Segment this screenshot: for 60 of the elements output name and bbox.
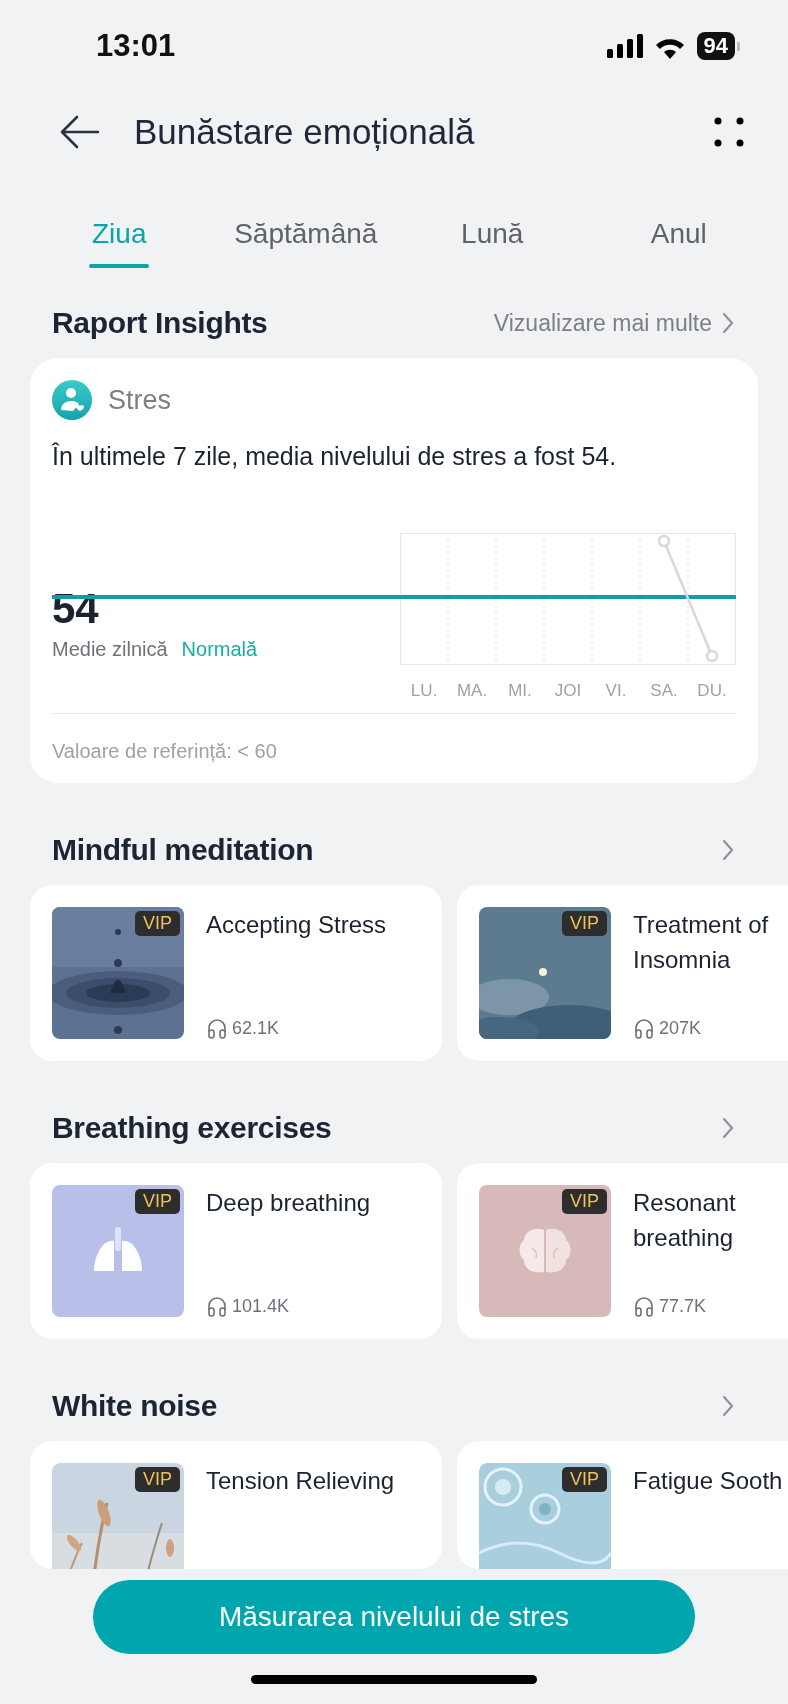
status-time: 13:01 — [96, 28, 177, 64]
headphones-icon — [206, 1295, 228, 1317]
vip-badge: VIP — [135, 1467, 180, 1492]
section-more-button[interactable] — [722, 839, 734, 861]
content-card[interactable]: VIP Fatigue Sooth — [457, 1441, 788, 1569]
average-label: Medie zilnică — [52, 638, 168, 661]
listen-count: 77.7K — [659, 1295, 707, 1317]
vip-badge: VIP — [562, 1189, 607, 1214]
item-title: Fatigue Sooth — [633, 1466, 784, 1496]
section-title: White noise — [52, 1389, 218, 1423]
signal-icon — [606, 34, 643, 58]
day-label: DU. — [696, 681, 728, 701]
more-options-icon[interactable] — [714, 117, 744, 147]
day-label: VI. — [604, 681, 628, 701]
vip-badge: VIP — [135, 911, 180, 936]
status-label: Normală — [181, 638, 258, 661]
section-title: Mindful meditation — [52, 833, 314, 867]
vip-badge: VIP — [135, 1189, 180, 1214]
listen-count: 101.4K — [232, 1295, 290, 1317]
chevron-right-icon — [722, 1117, 734, 1139]
headphones-icon — [633, 1295, 655, 1317]
stress-icon — [52, 380, 92, 420]
listen-count: 207K — [659, 1017, 702, 1039]
vip-badge: VIP — [562, 911, 607, 936]
day-label: MA. — [455, 681, 489, 701]
item-title: Treatment of Insomnia — [633, 910, 770, 975]
item-title: Tension Relieving — [206, 1466, 396, 1496]
content-card[interactable]: VIP Tension Relieving — [30, 1441, 442, 1569]
section-title: Raport Insights — [52, 306, 268, 340]
card-title: Stres — [108, 384, 172, 416]
chevron-right-icon — [722, 1395, 734, 1417]
period-tab[interactable]: Lună — [399, 204, 586, 286]
day-label: JOI — [553, 681, 583, 701]
listen-count: 62.1K — [232, 1017, 280, 1039]
item-title: Deep breathing — [206, 1188, 372, 1218]
content-card[interactable]: VIP Treatment of Insomnia 207K — [457, 885, 788, 1061]
view-more-link[interactable]: Vizualizare mai multe — [493, 309, 734, 337]
summary-text: În ultimele 7 zile, media nivelului de stres a fost 54. — [52, 442, 618, 471]
section-more-button[interactable] — [722, 1395, 734, 1417]
section-more-button[interactable] — [722, 1117, 734, 1139]
chevron-right-icon — [722, 312, 734, 334]
item-title: Resonant breathing — [633, 1188, 737, 1253]
back-button[interactable] — [60, 115, 100, 149]
section-title: Breathing exercises — [52, 1111, 332, 1145]
item-title: Accepting Stress — [206, 910, 388, 940]
battery-level: 94 — [696, 32, 735, 60]
day-label: MI. — [507, 681, 533, 701]
day-label: SA. — [649, 681, 679, 701]
chevron-right-icon — [722, 839, 734, 861]
content-card[interactable]: VIP Resonant breathing 77.7K — [457, 1163, 788, 1339]
headphones-icon — [206, 1017, 228, 1039]
period-tab[interactable]: Săptămână — [212, 204, 399, 286]
content-card[interactable]: VIP Deep breathing 101.4K — [30, 1163, 442, 1339]
page-title: Bunăstare emoțională — [134, 112, 476, 152]
content-card[interactable]: VIP Accepting Stress 62.1K — [30, 885, 442, 1061]
period-tab[interactable]: Anul — [585, 204, 772, 286]
vip-badge: VIP — [562, 1467, 607, 1492]
headphones-icon — [633, 1017, 655, 1039]
reference-text: Valoare de referință: < 60 — [52, 713, 736, 763]
day-label: LU. — [409, 681, 439, 701]
